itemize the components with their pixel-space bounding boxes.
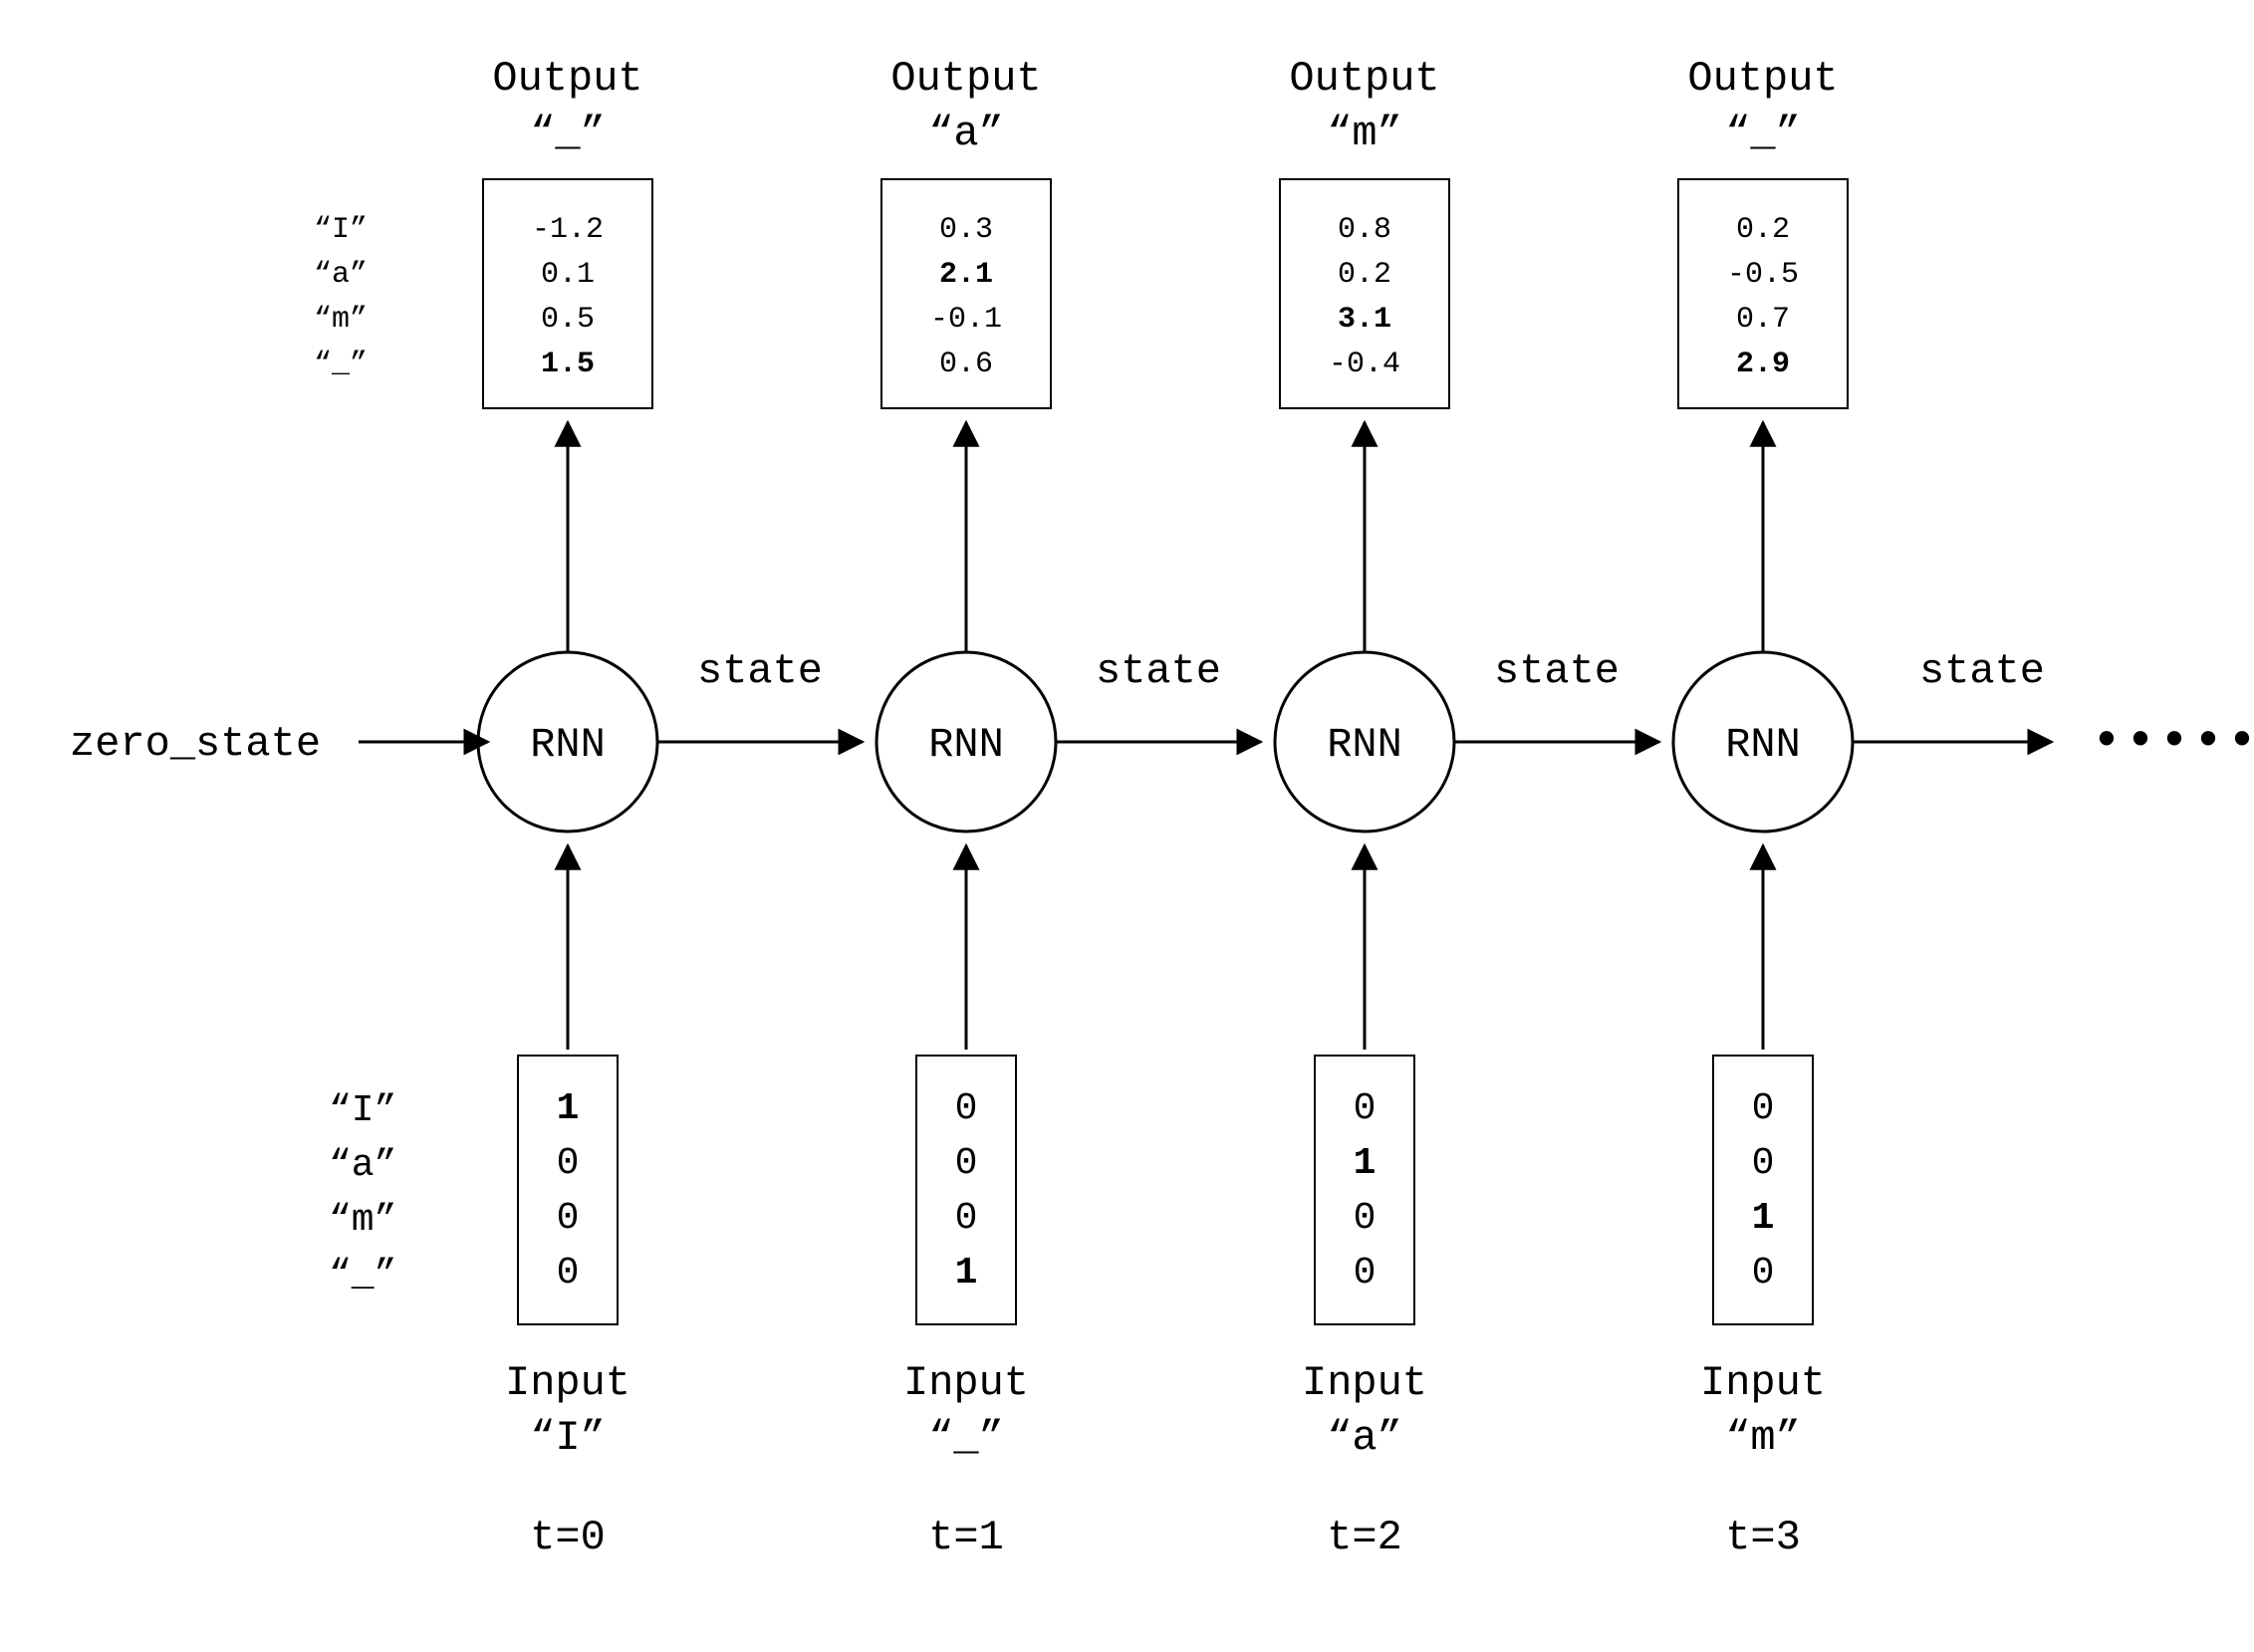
timestep-label: t=3: [1725, 1514, 1801, 1561]
output-char: “m”: [1327, 110, 1402, 157]
input-value: 0: [1354, 1197, 1377, 1240]
vocab-labels-input: “I” “a” “m” “_”: [329, 1089, 396, 1297]
input-value: 0: [955, 1197, 978, 1240]
output-value: 2.9: [1736, 348, 1790, 381]
input-value: 1: [557, 1087, 580, 1130]
rnn-label: RNN: [928, 721, 1004, 769]
input-char: “a”: [1327, 1414, 1402, 1462]
output-value: -1.2: [532, 213, 604, 247]
vocab-label: “_”: [329, 1254, 396, 1297]
timestep-label: t=1: [928, 1514, 1004, 1561]
rnn-label: RNN: [530, 721, 606, 769]
output-label: Output: [1687, 55, 1838, 103]
input-value: 1: [1354, 1142, 1377, 1185]
output-value: 0.6: [939, 348, 993, 381]
timestep: Output “a” 0.3 2.1 -0.1 0.6 RNN state 0 0 0 1 Input “…: [877, 55, 1261, 1561]
output-value: 0.3: [939, 213, 993, 247]
state-label: state: [1919, 647, 2045, 695]
output-value: 0.2: [1338, 258, 1391, 292]
continuation-dots: ••••••: [2092, 714, 2254, 771]
output-value: 1.5: [541, 348, 595, 381]
output-value: 0.8: [1338, 213, 1391, 247]
output-value: -0.4: [1329, 348, 1400, 381]
input-label: Input: [1302, 1359, 1427, 1407]
input-label: Input: [505, 1359, 630, 1407]
vocab-label: “I”: [329, 1089, 396, 1132]
state-label: state: [697, 647, 823, 695]
input-label: Input: [903, 1359, 1029, 1407]
timestep: Output “m” 0.8 0.2 3.1 -0.4 RNN state 0 1 0 0 Input “…: [1275, 55, 1659, 1561]
output-char: “_”: [530, 110, 606, 157]
timestep: Output “_” 0.2 -0.5 0.7 2.9 RNN state 0 0 1 0 Input “…: [1673, 55, 2052, 1561]
rnn-label: RNN: [1725, 721, 1801, 769]
input-value: 0: [1354, 1252, 1377, 1295]
input-value: 0: [557, 1142, 580, 1185]
rnn-label: RNN: [1327, 721, 1402, 769]
output-label: Output: [492, 55, 642, 103]
rnn-unrolled-diagram: zero_state •••••• “I” “a” “m” “_” “I” “a” “m”…: [0, 0, 2254, 1652]
input-value: 0: [557, 1252, 580, 1295]
vocab-labels-output: “I” “a” “m” “_”: [314, 213, 368, 381]
output-value: 0.5: [541, 303, 595, 337]
input-char: “m”: [1725, 1414, 1801, 1462]
state-label: state: [1494, 647, 1620, 695]
zero-state-label: zero_state: [70, 720, 321, 768]
timestep-label: t=0: [530, 1514, 606, 1561]
input-value: 0: [955, 1087, 978, 1130]
input-char: “_”: [928, 1414, 1004, 1462]
input-value: 1: [955, 1252, 978, 1295]
output-char: “_”: [1725, 110, 1801, 157]
output-value: 0.1: [541, 258, 595, 292]
output-value: -0.5: [1727, 258, 1799, 292]
input-value: 0: [1752, 1142, 1775, 1185]
timestep: Output “_” -1.2 0.1 0.5 1.5 RNN state 1 0 0 0 Input “…: [478, 55, 863, 1561]
input-value: 0: [955, 1142, 978, 1185]
output-label: Output: [890, 55, 1041, 103]
output-value: 0.2: [1736, 213, 1790, 247]
output-label: Output: [1289, 55, 1439, 103]
output-value: 3.1: [1338, 303, 1391, 337]
state-label: state: [1096, 647, 1221, 695]
timestep-label: t=2: [1327, 1514, 1402, 1561]
output-value: 0.7: [1736, 303, 1790, 337]
input-char: “I”: [530, 1414, 606, 1462]
vocab-label: “m”: [329, 1199, 396, 1242]
output-char: “a”: [928, 110, 1004, 157]
output-value: 2.1: [939, 258, 993, 292]
vocab-label: “m”: [314, 303, 368, 337]
input-value: 1: [1752, 1197, 1775, 1240]
vocab-label: “a”: [314, 258, 368, 292]
input-value: 0: [1752, 1252, 1775, 1295]
vocab-label: “I”: [314, 213, 368, 247]
input-value: 0: [1354, 1087, 1377, 1130]
vocab-label: “a”: [329, 1144, 396, 1187]
vocab-label: “_”: [314, 348, 368, 381]
input-label: Input: [1700, 1359, 1826, 1407]
input-value: 0: [557, 1197, 580, 1240]
output-value: -0.1: [930, 303, 1002, 337]
input-value: 0: [1752, 1087, 1775, 1130]
